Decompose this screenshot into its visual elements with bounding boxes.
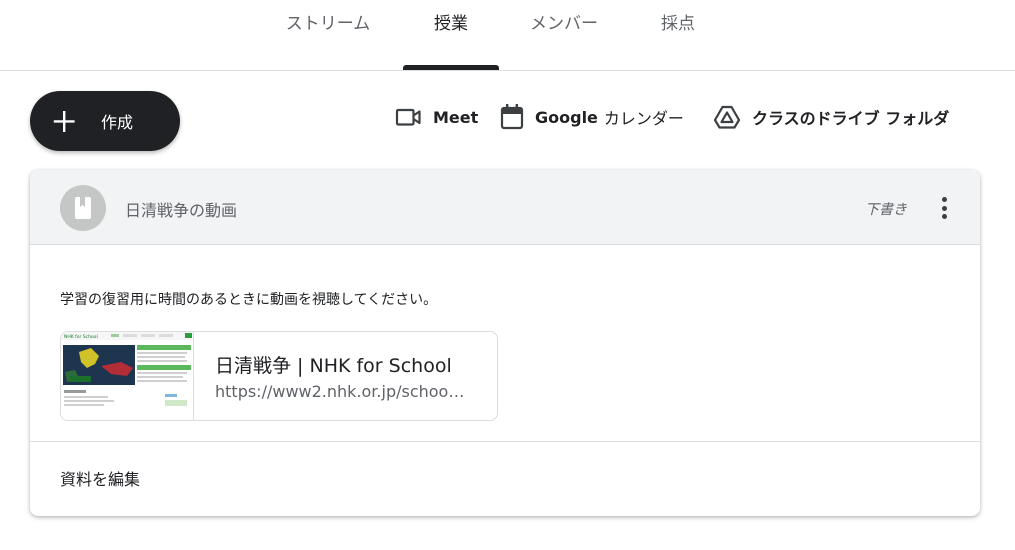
class-tabs: ストリーム 授業 メンバー 採点 <box>0 0 1015 71</box>
material-description: 学習の復習用に時間のあるときに動画を視聴してください。 <box>60 292 438 308</box>
material-title: 日清戦争の動画 <box>125 201 238 220</box>
calendar-icon <box>500 104 524 130</box>
attachment-thumbnail: NHK for School <box>61 332 194 420</box>
material-type-avatar <box>60 185 106 231</box>
google-drive-icon <box>713 105 741 129</box>
edit-material-link[interactable]: 資料を編集 <box>60 466 140 490</box>
create-button[interactable]: 作成 <box>30 91 180 151</box>
active-tab-indicator <box>403 65 499 70</box>
attachment-title: 日清戦争 | NHK for School <box>215 355 452 377</box>
tab-stream[interactable]: ストリーム <box>272 0 384 70</box>
more-options-icon[interactable] <box>934 194 954 222</box>
video-camera-icon <box>395 108 421 126</box>
book-icon <box>75 197 91 219</box>
drive-folder-label: クラスのドライブ フォルダ <box>752 109 950 128</box>
material-card-footer: 資料を編集 <box>30 441 980 516</box>
plus-icon <box>53 111 75 132</box>
tab-grades-label: 採点 <box>661 13 695 34</box>
link-attachment[interactable]: NHK for School 日清戦争 | NHK for School htt… <box>60 331 498 421</box>
tab-people[interactable]: メンバー <box>516 0 612 70</box>
class-drive-folder-link[interactable]: クラスのドライブ フォルダ <box>713 101 949 133</box>
calendar-label-rest: カレンダー <box>603 109 684 128</box>
tab-classwork[interactable]: 授業 <box>403 0 499 70</box>
create-button-label: 作成 <box>101 113 134 132</box>
material-card-header[interactable]: 日清戦争の動画 下書き <box>30 170 980 245</box>
tab-stream-label: ストリーム <box>285 13 371 34</box>
thumbnail-site-header: NHK for School <box>64 334 98 340</box>
nhk-page-thumbnail-image: NHK for School <box>61 332 193 420</box>
meet-label: Meet <box>433 107 479 127</box>
draft-status-label: 下書き <box>865 202 907 218</box>
google-calendar-link[interactable]: Google カレンダー <box>500 101 684 133</box>
attachment-url: https://www2.nhk.or.jp/school/movie/clip… <box>215 382 465 401</box>
tab-classwork-label: 授業 <box>434 13 468 34</box>
material-card: 日清戦争の動画 下書き 学習の復習用に時間のあるときに動画を視聴してください。 … <box>30 170 980 516</box>
meet-link[interactable]: Meet <box>394 101 478 133</box>
tab-people-label: メンバー <box>530 13 598 34</box>
tab-grades[interactable]: 採点 <box>630 0 726 70</box>
calendar-label-bold: Google <box>535 107 598 127</box>
